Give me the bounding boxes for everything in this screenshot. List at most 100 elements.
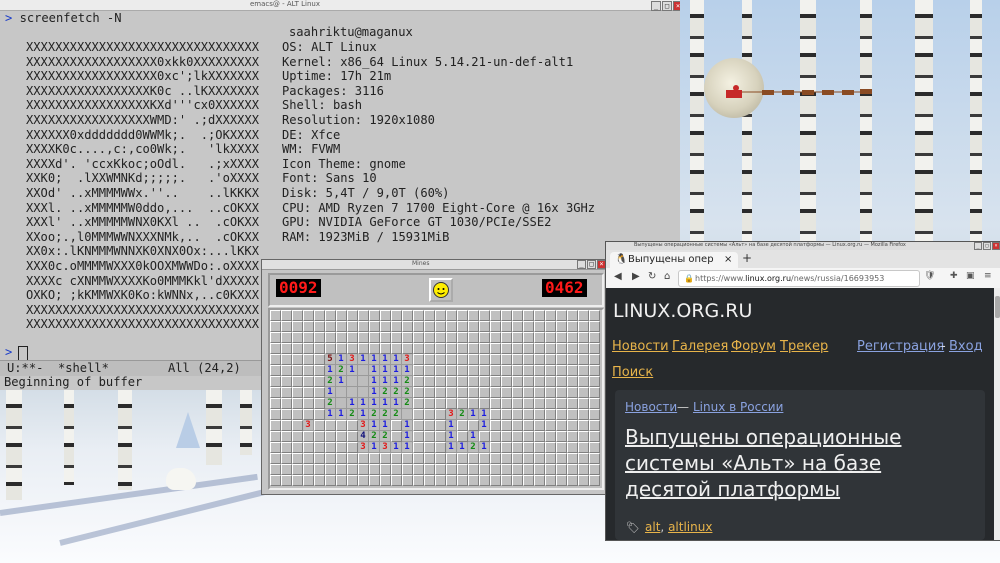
covered-cell[interactable] (391, 310, 402, 321)
covered-cell[interactable] (325, 420, 336, 431)
covered-cell[interactable] (490, 332, 501, 343)
open-cell[interactable]: 2 (380, 409, 391, 420)
covered-cell[interactable] (512, 376, 523, 387)
covered-cell[interactable] (490, 464, 501, 475)
nav-forum-link[interactable]: Форум (731, 339, 776, 354)
covered-cell[interactable] (281, 464, 292, 475)
covered-cell[interactable] (523, 365, 534, 376)
covered-cell[interactable] (413, 365, 424, 376)
covered-cell[interactable] (545, 387, 556, 398)
open-cell[interactable]: 1 (391, 442, 402, 453)
covered-cell[interactable] (556, 387, 567, 398)
open-cell[interactable]: 1 (325, 409, 336, 420)
covered-cell[interactable] (457, 420, 468, 431)
open-cell[interactable]: 2 (369, 431, 380, 442)
covered-cell[interactable] (589, 464, 600, 475)
covered-cell[interactable] (490, 409, 501, 420)
covered-cell[interactable] (314, 310, 325, 321)
covered-cell[interactable] (303, 343, 314, 354)
close-icon[interactable]: × (992, 242, 1000, 250)
open-cell[interactable]: 1 (358, 398, 369, 409)
covered-cell[interactable] (490, 442, 501, 453)
open-cell[interactable]: 4 (358, 431, 369, 442)
covered-cell[interactable] (545, 453, 556, 464)
covered-cell[interactable] (589, 420, 600, 431)
covered-cell[interactable] (314, 376, 325, 387)
covered-cell[interactable] (523, 354, 534, 365)
extensions-icon[interactable]: ✚ (950, 271, 958, 281)
covered-cell[interactable] (490, 475, 501, 486)
covered-cell[interactable] (435, 431, 446, 442)
covered-cell[interactable] (424, 442, 435, 453)
covered-cell[interactable] (556, 409, 567, 420)
covered-cell[interactable] (556, 431, 567, 442)
covered-cell[interactable] (281, 376, 292, 387)
covered-cell[interactable] (479, 321, 490, 332)
covered-cell[interactable] (402, 332, 413, 343)
covered-cell[interactable] (567, 475, 578, 486)
covered-cell[interactable] (281, 310, 292, 321)
covered-cell[interactable] (468, 453, 479, 464)
covered-cell[interactable] (424, 354, 435, 365)
covered-cell[interactable] (446, 453, 457, 464)
home-icon[interactable]: ⌂ (664, 271, 670, 282)
covered-cell[interactable] (281, 387, 292, 398)
covered-cell[interactable] (556, 354, 567, 365)
covered-cell[interactable] (512, 420, 523, 431)
open-cell[interactable]: 1 (380, 376, 391, 387)
covered-cell[interactable] (424, 464, 435, 475)
covered-cell[interactable] (391, 464, 402, 475)
covered-cell[interactable] (347, 442, 358, 453)
open-cell[interactable]: 1 (358, 354, 369, 365)
open-cell[interactable]: 1 (380, 420, 391, 431)
close-icon[interactable]: × (673, 1, 680, 11)
close-icon[interactable]: × (724, 252, 732, 268)
covered-cell[interactable] (435, 464, 446, 475)
covered-cell[interactable] (325, 332, 336, 343)
covered-cell[interactable] (545, 365, 556, 376)
covered-cell[interactable] (292, 387, 303, 398)
covered-cell[interactable] (523, 420, 534, 431)
site-logo[interactable]: LINUX.ORG.RU (613, 300, 752, 322)
covered-cell[interactable] (446, 376, 457, 387)
covered-cell[interactable] (589, 409, 600, 420)
covered-cell[interactable] (589, 332, 600, 343)
covered-cell[interactable] (501, 420, 512, 431)
open-cell[interactable]: 2 (457, 409, 468, 420)
covered-cell[interactable] (281, 321, 292, 332)
covered-cell[interactable] (358, 453, 369, 464)
minefield-grid[interactable]: 5131111312111112111121122221111121121222… (268, 308, 604, 490)
covered-cell[interactable] (468, 387, 479, 398)
covered-cell[interactable] (402, 464, 413, 475)
open-cell[interactable]: 2 (380, 387, 391, 398)
covered-cell[interactable] (578, 387, 589, 398)
covered-cell[interactable] (501, 376, 512, 387)
open-cell[interactable]: 1 (380, 398, 391, 409)
covered-cell[interactable] (303, 464, 314, 475)
covered-cell[interactable] (534, 442, 545, 453)
open-cell[interactable] (358, 387, 369, 398)
maximize-icon[interactable]: □ (587, 260, 596, 269)
covered-cell[interactable] (501, 332, 512, 343)
covered-cell[interactable] (435, 343, 446, 354)
covered-cell[interactable] (413, 398, 424, 409)
covered-cell[interactable] (479, 376, 490, 387)
open-cell[interactable]: 1 (446, 431, 457, 442)
covered-cell[interactable] (391, 475, 402, 486)
covered-cell[interactable] (446, 343, 457, 354)
covered-cell[interactable] (589, 475, 600, 486)
covered-cell[interactable] (567, 453, 578, 464)
covered-cell[interactable] (292, 310, 303, 321)
covered-cell[interactable] (380, 343, 391, 354)
open-cell[interactable]: 2 (402, 398, 413, 409)
covered-cell[interactable] (270, 431, 281, 442)
covered-cell[interactable] (468, 464, 479, 475)
covered-cell[interactable] (534, 387, 545, 398)
covered-cell[interactable] (435, 420, 446, 431)
covered-cell[interactable] (479, 332, 490, 343)
covered-cell[interactable] (336, 332, 347, 343)
nav-search-link[interactable]: Поиск (612, 365, 653, 380)
covered-cell[interactable] (556, 464, 567, 475)
open-cell[interactable]: 3 (402, 354, 413, 365)
covered-cell[interactable] (479, 453, 490, 464)
